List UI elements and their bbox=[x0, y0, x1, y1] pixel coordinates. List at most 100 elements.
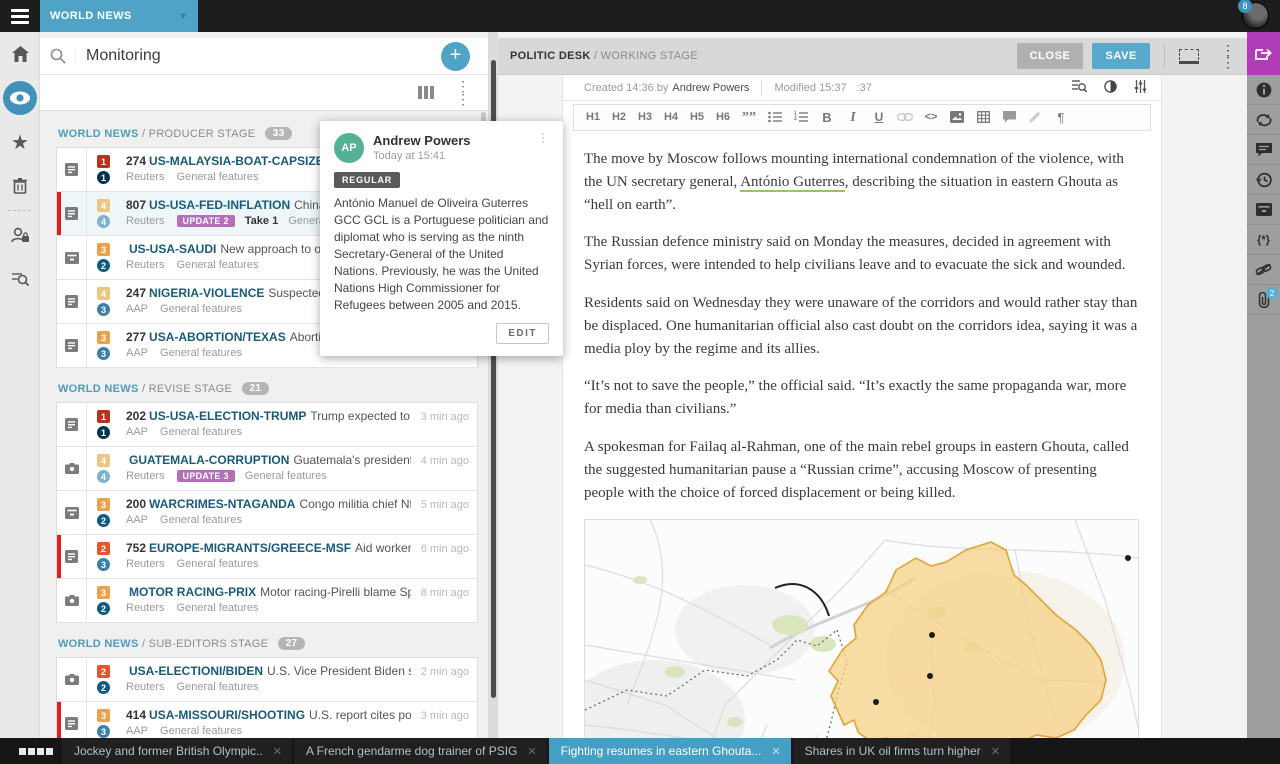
annotation-link[interactable]: António Guterres bbox=[740, 174, 845, 192]
article-body[interactable]: The move by Moscow follows mounting inte… bbox=[563, 131, 1161, 504]
save-button[interactable]: SAVE bbox=[1092, 43, 1150, 69]
list-item[interactable]: 11 202US-USA-ELECTION-TRUMPTrump expecte… bbox=[57, 403, 477, 447]
annotation-popup: AP Andrew Powers Today at 15:41 ⋮ REGULA… bbox=[320, 121, 563, 356]
priority-badge: 3 bbox=[97, 709, 110, 722]
comments-icon[interactable] bbox=[1247, 135, 1280, 165]
trash-icon[interactable] bbox=[0, 164, 40, 208]
h1-button[interactable]: H1 bbox=[580, 105, 606, 130]
home-icon[interactable] bbox=[0, 32, 40, 76]
macros-icon[interactable]: {*} bbox=[1247, 225, 1280, 255]
picture-item-icon bbox=[57, 658, 87, 701]
ordered-list-icon[interactable]: 12 bbox=[788, 105, 814, 130]
pilcrow-button[interactable]: ¶ bbox=[1048, 105, 1074, 130]
h6-button[interactable]: H6 bbox=[710, 105, 736, 130]
search-icon[interactable] bbox=[40, 48, 76, 64]
versions-sync-icon[interactable] bbox=[1247, 105, 1280, 135]
unlink-icon[interactable] bbox=[1247, 255, 1280, 285]
image-icon[interactable] bbox=[944, 105, 970, 130]
monitoring-toolbar: ⋮⋮ bbox=[40, 75, 488, 111]
create-item-button[interactable]: + bbox=[441, 42, 470, 71]
list-item[interactable]: 22 USA-ELECTIONI/BIDENU.S. Vice Presiden… bbox=[57, 658, 477, 702]
italic-button[interactable]: I bbox=[840, 105, 866, 130]
bullet-list-icon[interactable] bbox=[762, 105, 788, 130]
starred-icon[interactable]: ★ bbox=[0, 120, 40, 164]
user-menu[interactable]: 8 bbox=[1242, 2, 1272, 32]
annotate-pencil-icon[interactable] bbox=[1022, 105, 1048, 130]
list-item[interactable]: 44 GUATEMALA-CORRUPTIONGuatemala's presi… bbox=[57, 447, 477, 491]
code-button[interactable]: <> bbox=[918, 105, 944, 130]
stage-count-badge: 27 bbox=[278, 637, 306, 650]
workqueue-tab[interactable]: A French gendarme dog trainer of PSIG✕ bbox=[294, 738, 547, 764]
edit-button[interactable]: EDIT bbox=[496, 323, 549, 344]
send-to-icon[interactable] bbox=[1247, 32, 1280, 75]
h2-button[interactable]: H2 bbox=[606, 105, 632, 130]
blockquote-icon[interactable]: ”” bbox=[736, 105, 762, 130]
h4-button[interactable]: H4 bbox=[658, 105, 684, 130]
urgency-badge: 3 bbox=[97, 725, 110, 738]
urgency-badge: 2 bbox=[97, 259, 110, 272]
workspace-selector[interactable]: WORLD NEWS ▼ bbox=[40, 0, 198, 32]
comment-icon[interactable] bbox=[996, 105, 1022, 130]
list-item[interactable]: 32 MOTOR RACING-PRIXMotor racing-Pirelli… bbox=[57, 579, 477, 623]
authoring-menu-icon[interactable]: ⋮⋮ bbox=[1221, 44, 1235, 68]
h3-button[interactable]: H3 bbox=[632, 105, 658, 130]
panel-menu-icon[interactable]: ⋮⋮ bbox=[456, 80, 470, 106]
attachments-icon[interactable]: 2 bbox=[1247, 285, 1280, 315]
columns-view-icon[interactable] bbox=[418, 86, 434, 99]
list-item[interactable]: 33 414USA-MISSOURI/SHOOTINGU.S. report c… bbox=[57, 702, 477, 738]
paragraph: “It’s not to save the people,” the offic… bbox=[584, 375, 1139, 421]
popup-author: Andrew Powers bbox=[373, 133, 471, 148]
list-item[interactable]: 23 752EUROPE-MIGRANTS/GREECE-MSFAid work… bbox=[57, 535, 477, 579]
urgency-badge: 3 bbox=[97, 303, 110, 316]
priority-badge: 4 bbox=[97, 199, 110, 212]
workqueue-tab-active[interactable]: Fighting resumes in eastern Ghouta...✕ bbox=[549, 738, 791, 764]
close-icon[interactable]: ✕ bbox=[991, 745, 1000, 758]
item-time: 3 min ago bbox=[413, 702, 477, 738]
bold-button[interactable]: B bbox=[814, 105, 840, 130]
priority-badge: 1 bbox=[97, 155, 110, 168]
text-item-icon bbox=[57, 535, 87, 578]
info-icon[interactable] bbox=[1247, 75, 1280, 105]
list-item[interactable]: 32 200WARCRIMES-NTAGANDACongo militia ch… bbox=[57, 491, 477, 535]
hamburger-menu-icon[interactable] bbox=[0, 0, 40, 32]
workqueue-grid-icon[interactable] bbox=[18, 748, 54, 755]
workqueue-tab[interactable]: Shares in UK oil firms turn higher✕ bbox=[793, 738, 1010, 764]
monitoring-title: Monitoring bbox=[76, 47, 161, 65]
popup-menu-icon[interactable]: ⋮ bbox=[537, 133, 549, 144]
right-tool-rail: {*} 2 bbox=[1247, 32, 1280, 738]
composite-item-icon bbox=[57, 236, 87, 279]
text-item-icon bbox=[57, 702, 87, 738]
contrast-icon[interactable] bbox=[1104, 80, 1117, 96]
priority-badge: 3 bbox=[97, 243, 110, 256]
settings-sliders-icon[interactable] bbox=[1134, 80, 1147, 96]
article-meta: Created 14:36 byAndrew Powers Modified 1… bbox=[563, 75, 1161, 101]
monitoring-icon[interactable] bbox=[3, 81, 37, 115]
close-icon[interactable]: ✕ bbox=[273, 745, 282, 758]
rail-divider bbox=[8, 210, 31, 211]
history-icon[interactable] bbox=[1247, 165, 1280, 195]
urgency-badge: 3 bbox=[97, 347, 110, 360]
urgency-badge: 1 bbox=[97, 426, 110, 439]
stage-header[interactable]: WORLD NEWS / SUB-EDITORS STAGE 27 bbox=[58, 637, 478, 650]
item-time: 6 min ago bbox=[413, 535, 477, 578]
table-icon[interactable] bbox=[970, 105, 996, 130]
authoring-panel: POLITIC DESK / WORKING STAGE CLOSE SAVE … bbox=[498, 32, 1247, 738]
workqueue-tab[interactable]: Jockey and former British Olympic..✕ bbox=[62, 738, 292, 764]
minimize-icon[interactable] bbox=[1179, 49, 1199, 64]
assignments-lock-icon[interactable] bbox=[0, 213, 40, 257]
close-icon[interactable]: ✕ bbox=[771, 745, 780, 758]
advanced-search-icon[interactable] bbox=[0, 257, 40, 301]
annotation-text: António Manuel de Oliveira Guterres GCC … bbox=[334, 195, 549, 314]
underline-button[interactable]: U bbox=[866, 105, 892, 130]
close-button[interactable]: CLOSE bbox=[1017, 43, 1084, 69]
h5-button[interactable]: H5 bbox=[684, 105, 710, 130]
find-replace-icon[interactable] bbox=[1072, 79, 1087, 96]
link-icon[interactable] bbox=[892, 105, 918, 130]
item-time: 8 min ago bbox=[413, 579, 477, 622]
packages-archive-icon[interactable] bbox=[1247, 195, 1280, 225]
item-time: 4 min ago bbox=[413, 447, 477, 490]
close-icon[interactable]: ✕ bbox=[527, 745, 536, 758]
workspace-label: WORLD NEWS bbox=[50, 10, 132, 22]
urgency-badge: 2 bbox=[97, 514, 110, 527]
stage-header[interactable]: WORLD NEWS / REVISE STAGE 21 bbox=[58, 382, 478, 395]
